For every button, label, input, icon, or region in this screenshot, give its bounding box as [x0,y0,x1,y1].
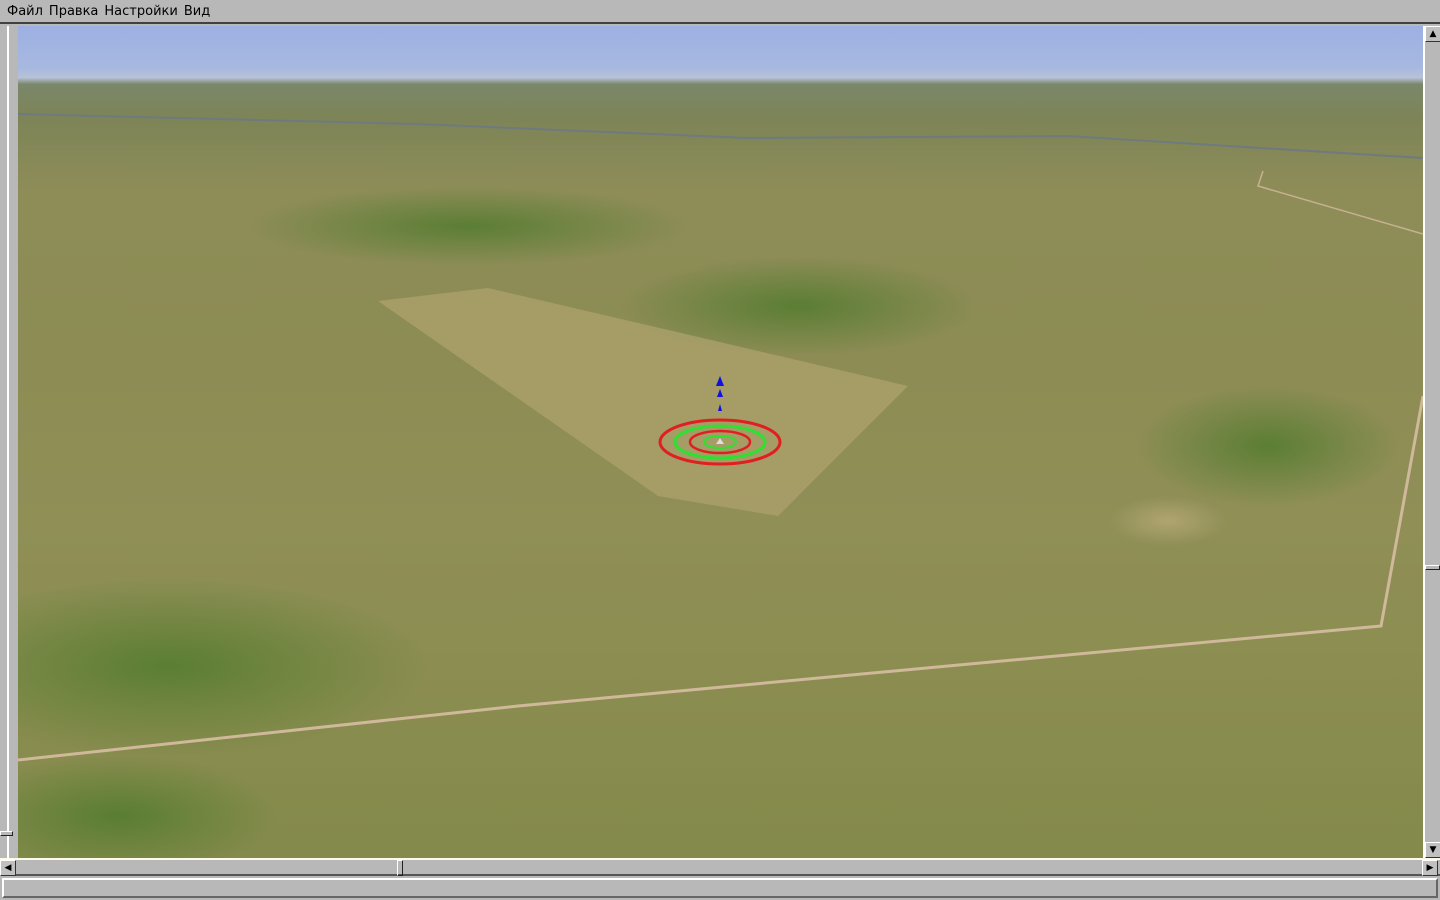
scroll-up-button[interactable]: ▲ [1425,26,1440,42]
forest-area [18,576,428,756]
3d-terrain-viewport[interactable] [18,26,1423,858]
forest-area [18,756,278,858]
vertical-scroll-thumb[interactable] [1425,565,1440,570]
scroll-right-button[interactable]: ▶ [1422,860,1438,876]
splitter-line [7,26,9,858]
terrain-scene [18,113,1423,858]
menu-edit[interactable]: Правка [46,4,101,19]
scroll-down-button[interactable]: ▼ [1425,842,1440,858]
left-splitter[interactable] [0,26,18,858]
menu-bar: Файл Правка Настройки Вид [0,0,1440,24]
horizontal-scroll-thumb[interactable] [397,860,403,876]
road [1257,170,1423,235]
menu-settings[interactable]: Настройки [101,4,180,19]
menu-file[interactable]: Файл [4,4,46,19]
horizontal-scrollbar[interactable]: ◀ ▶ [0,858,1440,876]
status-bar [2,878,1438,898]
bare-patch [1108,496,1228,546]
forest-area [248,186,688,266]
splitter-handle[interactable] [0,831,13,836]
vertical-scrollbar[interactable]: ▲ ▼ [1423,26,1440,858]
menu-view[interactable]: Вид [181,4,213,19]
river [18,113,1423,159]
scroll-left-button[interactable]: ◀ [0,860,16,876]
forest-area [1138,386,1398,506]
